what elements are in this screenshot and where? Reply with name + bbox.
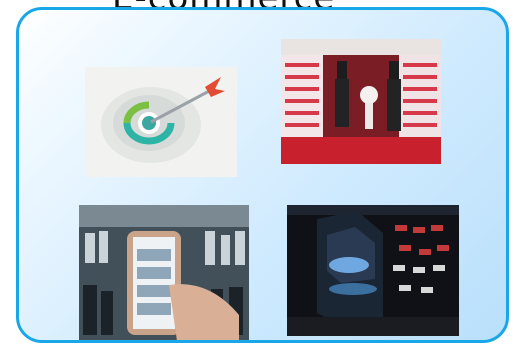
target-icon (85, 67, 237, 177)
target-image (85, 67, 237, 177)
phone-shopping-image (79, 205, 249, 340)
store-image (281, 39, 441, 164)
content-panel (16, 7, 509, 343)
store-photo-icon (281, 39, 441, 164)
phone-shopping-icon (79, 205, 249, 340)
shoe-display-image (287, 205, 459, 336)
shoe-display-icon (287, 205, 459, 336)
